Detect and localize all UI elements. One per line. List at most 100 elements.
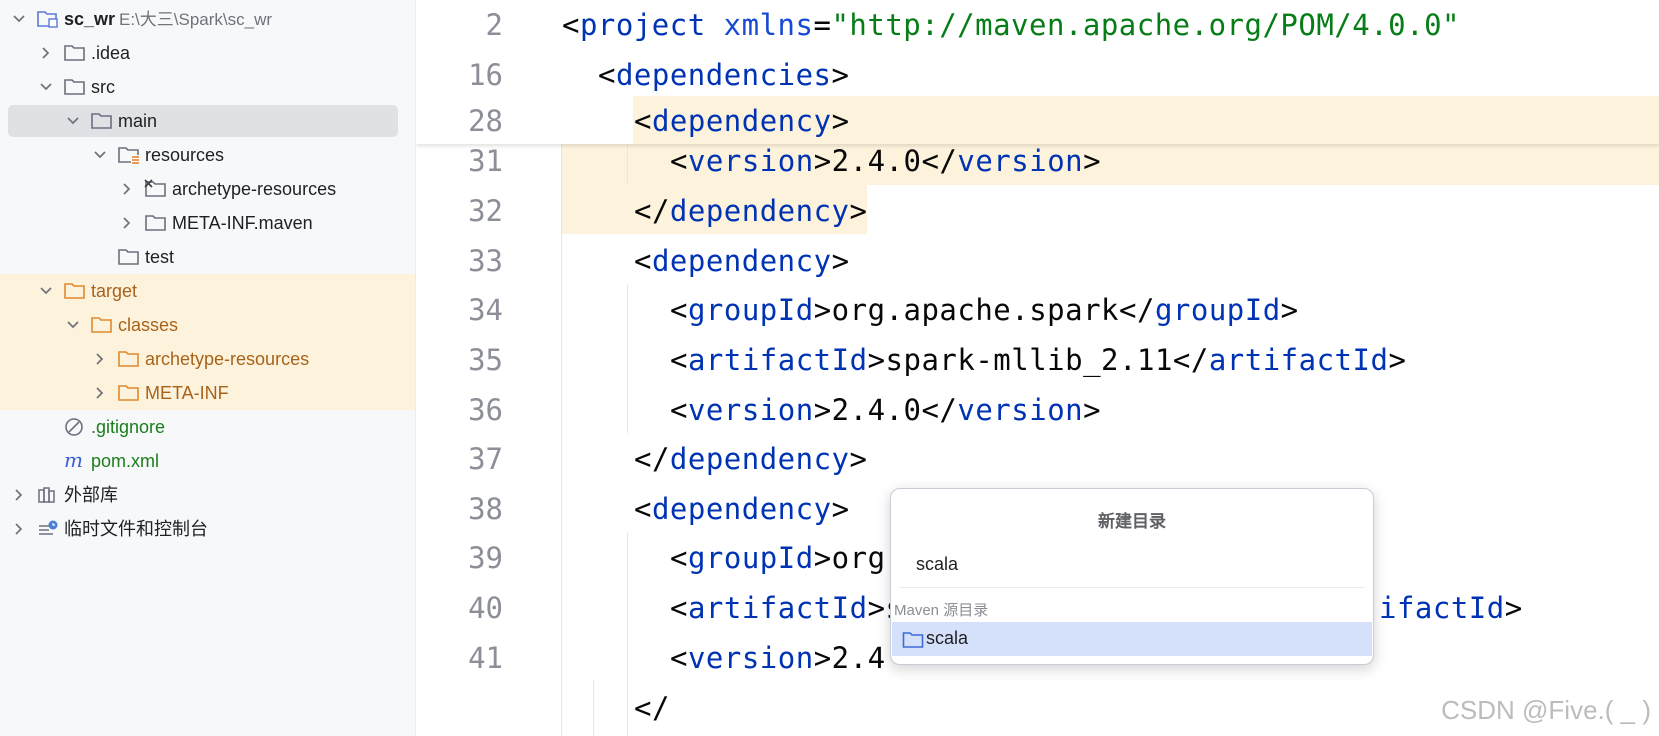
chevron-down-icon[interactable] <box>37 78 55 96</box>
code-line[interactable]: 28 <dependency> <box>416 96 1659 144</box>
line-number: 36 <box>468 393 503 427</box>
code-line[interactable]: 16 <dependencies> <box>416 50 1659 100</box>
chevron-down-icon[interactable] <box>64 316 82 334</box>
folder-icon <box>64 79 85 95</box>
chevron-down-icon[interactable] <box>10 10 28 28</box>
tree-item-label: archetype-resources <box>172 179 337 199</box>
line-number: 39 <box>468 541 503 575</box>
tree-item-scratches[interactable]: 临时文件和控制台 <box>0 512 415 546</box>
chevron-right-icon[interactable] <box>10 486 28 504</box>
excluded-folder-icon <box>144 179 166 197</box>
chevron-down-icon[interactable] <box>64 112 82 130</box>
project-name: sc_wr <box>64 9 116 29</box>
code-text: <version>2.4 <box>670 641 886 675</box>
code-text: <dependency> <box>634 104 850 138</box>
line-number: 28 <box>468 104 503 138</box>
library-icon <box>38 487 55 503</box>
chevron-down-icon[interactable] <box>91 146 109 164</box>
tree-item-label: .idea <box>91 43 131 63</box>
code-text: </dependency> <box>634 194 868 228</box>
tree-item-test[interactable]: test <box>0 240 415 274</box>
excluded-folder-icon <box>118 351 139 367</box>
tree-item-label: src <box>91 77 115 97</box>
tree-item-target[interactable]: target <box>0 274 415 308</box>
tree-item-classes[interactable]: classes <box>0 308 415 342</box>
line-number: 41 <box>468 641 503 675</box>
maven-file-icon: m <box>64 451 83 471</box>
tree-item-main[interactable]: main <box>0 104 415 138</box>
code-text: <groupId>org <box>670 541 886 575</box>
chevron-down-icon[interactable] <box>37 282 55 300</box>
watermark: CSDN @Five.( _ ) <box>1441 695 1651 725</box>
tree-item-gitignore[interactable]: .gitignore <box>0 410 415 444</box>
code-line[interactable]: 32 </dependency> <box>416 186 1659 236</box>
code-text: <dependencies> <box>598 58 850 92</box>
suggestion-section-label: Maven 源目录 <box>894 602 989 619</box>
code-line[interactable]: 2 <project xmlns="http://maven.apache.or… <box>416 0 1659 50</box>
resources-folder-icon <box>118 147 139 164</box>
divider <box>899 587 1365 588</box>
line-number: 33 <box>468 244 503 278</box>
tree-item-label: main <box>118 111 158 131</box>
code-text: <artifactId>spark-mllib_2.11</artifactId… <box>670 343 1407 377</box>
code-line[interactable]: 34 <groupId>org.apache.spark</groupId> <box>416 285 1659 335</box>
line-number: 34 <box>468 293 503 327</box>
folder-icon <box>902 632 924 648</box>
project-path: E:\大三\Spark\sc_wr <box>119 10 273 29</box>
tree-item-resources[interactable]: resources <box>0 138 415 172</box>
tree-item-target-meta-inf[interactable]: META-INF <box>0 376 415 410</box>
tree-item-target-archetype-resources[interactable]: archetype-resources <box>0 342 415 376</box>
folder-icon <box>145 215 166 231</box>
code-text: </ <box>634 691 670 725</box>
tree-item-archetype-resources[interactable]: archetype-resources <box>0 172 415 206</box>
code-text: <version>2.4.0</version> <box>670 393 1102 427</box>
chevron-right-icon[interactable] <box>91 384 109 402</box>
chevron-right-icon[interactable] <box>37 44 55 62</box>
tree-item-label: META-INF.maven <box>172 213 313 233</box>
line-number: 35 <box>468 343 503 377</box>
tree-item-pom-xml[interactable]: m pom.xml <box>0 444 415 478</box>
suggestion-item-scala[interactable]: scala <box>892 622 1372 656</box>
code-line[interactable]: 35 <artifactId>spark-mllib_2.11</artifac… <box>416 335 1659 385</box>
folder-icon <box>91 113 112 129</box>
code-line[interactable]: 33 <dependency> <box>416 236 1659 286</box>
chevron-right-icon[interactable] <box>118 214 136 232</box>
tree-item-src[interactable]: src <box>0 70 415 104</box>
tree-item-label: .gitignore <box>91 417 166 437</box>
directory-name-input[interactable]: scala <box>916 554 958 575</box>
folder-icon <box>64 45 85 61</box>
tree-item-label: META-INF <box>145 383 229 403</box>
code-text: <dependency> <box>634 492 850 526</box>
new-directory-dialog[interactable]: 新建目录 scala Maven 源目录 scala <box>890 488 1374 665</box>
chevron-right-icon[interactable] <box>118 180 136 198</box>
excluded-folder-icon <box>118 385 139 401</box>
code-line[interactable]: 36 <version>2.4.0</version> <box>416 385 1659 435</box>
line-number: 31 <box>468 144 503 178</box>
excluded-folder-icon <box>64 283 85 299</box>
tree-item-label: resources <box>145 145 225 165</box>
tree-item-label: classes <box>118 315 179 335</box>
chevron-right-icon[interactable] <box>10 520 28 538</box>
code-line[interactable]: 37 </dependency> <box>416 434 1659 484</box>
tree-item-label: archetype-resources <box>145 349 310 369</box>
code-text: <dependency> <box>634 244 850 278</box>
tree-root[interactable]: sc_wr E:\大三\Spark\sc_wr <box>0 2 415 36</box>
line-number: 32 <box>468 194 503 228</box>
tree-item-label: 外部库 <box>64 485 118 505</box>
line-number: 37 <box>468 442 503 476</box>
tree-item-label: pom.xml <box>91 451 160 471</box>
tree-item-meta-inf-maven[interactable]: META-INF.maven <box>0 206 415 240</box>
line-number: 16 <box>468 58 503 92</box>
sticky-scroll-header: 2 <project xmlns="http://maven.apache.or… <box>416 0 1659 144</box>
line-number: 40 <box>468 591 503 625</box>
dialog-title: 新建目录 <box>1098 512 1166 531</box>
code-text: <artifactId>s <box>670 591 903 625</box>
excluded-folder-icon <box>91 317 112 333</box>
tree-item-idea[interactable]: .idea <box>0 36 415 70</box>
ignore-file-icon <box>65 418 83 436</box>
tree-item-label: 临时文件和控制台 <box>64 519 208 539</box>
code-text: </dependency> <box>634 442 868 476</box>
project-tree: sc_wr E:\大三\Spark\sc_wr .idea src main r… <box>0 0 416 736</box>
chevron-right-icon[interactable] <box>91 350 109 368</box>
tree-item-external-libraries[interactable]: 外部库 <box>0 478 415 512</box>
